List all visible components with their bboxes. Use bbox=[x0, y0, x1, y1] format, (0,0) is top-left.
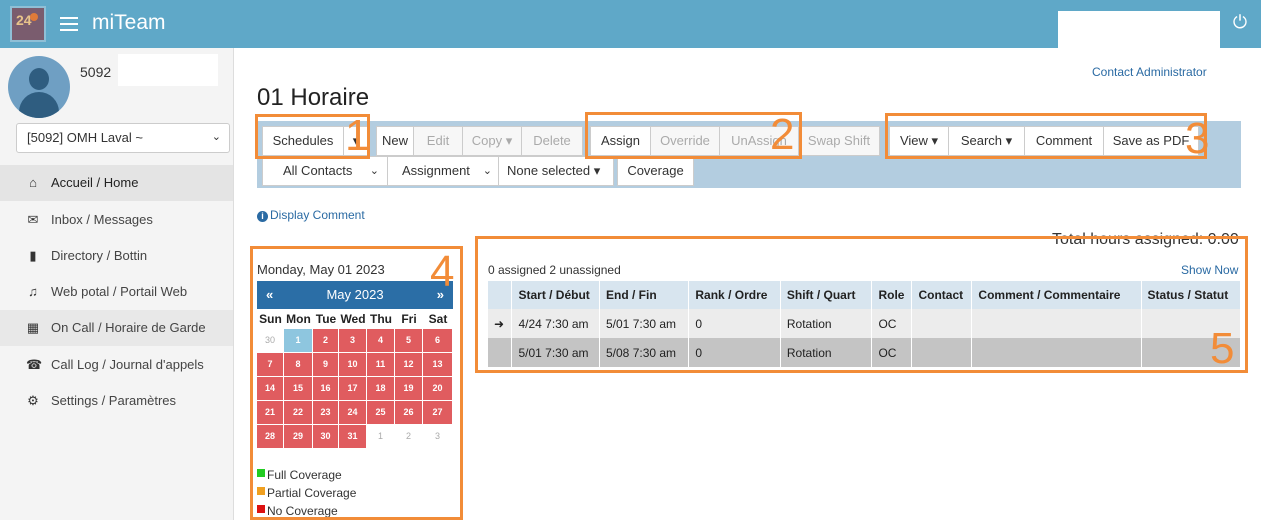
gear-icon: ⚙ bbox=[27, 393, 39, 408]
redacted-user-name bbox=[118, 54, 218, 86]
sidebar-item-web-portal[interactable]: ♫ Web potal / Portail Web bbox=[0, 274, 233, 310]
none-selected-dropdown[interactable]: None selected ▾ bbox=[498, 156, 614, 186]
sidebar-item-label: Web potal / Portail Web bbox=[51, 284, 188, 299]
coverage-button[interactable]: Coverage bbox=[617, 156, 694, 186]
chevron-down-icon: ⌄ bbox=[482, 165, 492, 177]
avatar[interactable] bbox=[8, 56, 70, 118]
assignment-value: Assignment bbox=[402, 163, 470, 178]
edit-button[interactable]: Edit bbox=[413, 126, 463, 156]
app-logo[interactable]: 24 bbox=[10, 6, 46, 42]
annotation-box-3 bbox=[885, 113, 1207, 159]
sidebar-item-label: Settings / Paramètres bbox=[51, 393, 176, 408]
sidebar-item-settings[interactable]: ⚙ Settings / Paramètres bbox=[0, 383, 233, 419]
sidebar-item-call-log[interactable]: ☎ Call Log / Journal d'appels bbox=[0, 347, 233, 383]
annotation-number-5: 5 bbox=[1210, 324, 1235, 373]
display-comment-label: Display Comment bbox=[270, 208, 365, 222]
chevron-down-icon: ⌄ bbox=[369, 165, 379, 177]
sidebar-item-label: On Call / Horaire de Garde bbox=[51, 320, 206, 335]
sidebar-item-home[interactable]: ⌂ Accueil / Home bbox=[0, 165, 233, 201]
swap-shift-button[interactable]: Swap Shift bbox=[798, 126, 880, 156]
redacted-user-box bbox=[1058, 11, 1220, 49]
logo-dot bbox=[30, 13, 38, 21]
annotation-box-5 bbox=[475, 236, 1248, 373]
annotation-number-2: 2 bbox=[770, 110, 795, 159]
all-contacts-select[interactable]: All Contacts ⌄ bbox=[262, 156, 388, 186]
new-button[interactable]: New bbox=[376, 126, 414, 156]
info-icon: i bbox=[257, 211, 268, 222]
sidebar-item-label: Accueil / Home bbox=[51, 175, 139, 190]
org-select[interactable]: [5092] OMH Laval ~ ⌄ bbox=[16, 123, 230, 153]
display-comment-link[interactable]: i Display Comment bbox=[257, 208, 365, 222]
copy-button[interactable]: Copy ▾ bbox=[462, 126, 522, 156]
envelope-icon: ✉ bbox=[27, 212, 39, 227]
sidebar: 5092 [5092] OMH Laval ~ ⌄ ⌂ Accueil / Ho… bbox=[0, 48, 234, 520]
org-select-value: [5092] OMH Laval ~ bbox=[27, 130, 143, 145]
sidebar-item-inbox[interactable]: ✉ Inbox / Messages bbox=[0, 202, 233, 238]
annotation-number-3: 3 bbox=[1185, 114, 1210, 163]
contact-admin-link[interactable]: Contact Administrator bbox=[1092, 65, 1207, 79]
user-id: 5092 bbox=[80, 64, 112, 80]
music-icon: ♫ bbox=[28, 284, 38, 299]
annotation-number-4: 4 bbox=[430, 247, 455, 296]
hamburger-icon[interactable] bbox=[60, 17, 78, 35]
sidebar-item-label: Inbox / Messages bbox=[51, 212, 153, 227]
calendar-icon: ▦ bbox=[26, 320, 40, 335]
power-icon[interactable]: ⏻ bbox=[1230, 12, 1250, 32]
chevron-down-icon: ⌄ bbox=[211, 131, 221, 143]
sidebar-item-directory[interactable]: ▮ Directory / Bottin bbox=[0, 238, 233, 274]
sidebar-item-label: Call Log / Journal d'appels bbox=[51, 357, 204, 372]
sidebar-item-on-call[interactable]: ▦ On Call / Horaire de Garde bbox=[0, 310, 233, 346]
book-icon: ▮ bbox=[29, 248, 37, 263]
app-title: miTeam bbox=[92, 11, 166, 34]
page-title: 01 Horaire bbox=[257, 84, 370, 111]
home-icon: ⌂ bbox=[29, 175, 37, 190]
delete-button[interactable]: Delete bbox=[521, 126, 583, 156]
top-bar: 24 miTeam ⏻ bbox=[0, 0, 1261, 49]
logo-text: 24 bbox=[16, 12, 32, 28]
sidebar-item-label: Directory / Bottin bbox=[51, 248, 148, 263]
annotation-number-1: 1 bbox=[345, 111, 370, 160]
assignment-select[interactable]: Assignment ⌄ bbox=[387, 156, 499, 186]
all-contacts-value: All Contacts bbox=[283, 163, 353, 178]
phone-icon: ☎ bbox=[26, 357, 43, 372]
